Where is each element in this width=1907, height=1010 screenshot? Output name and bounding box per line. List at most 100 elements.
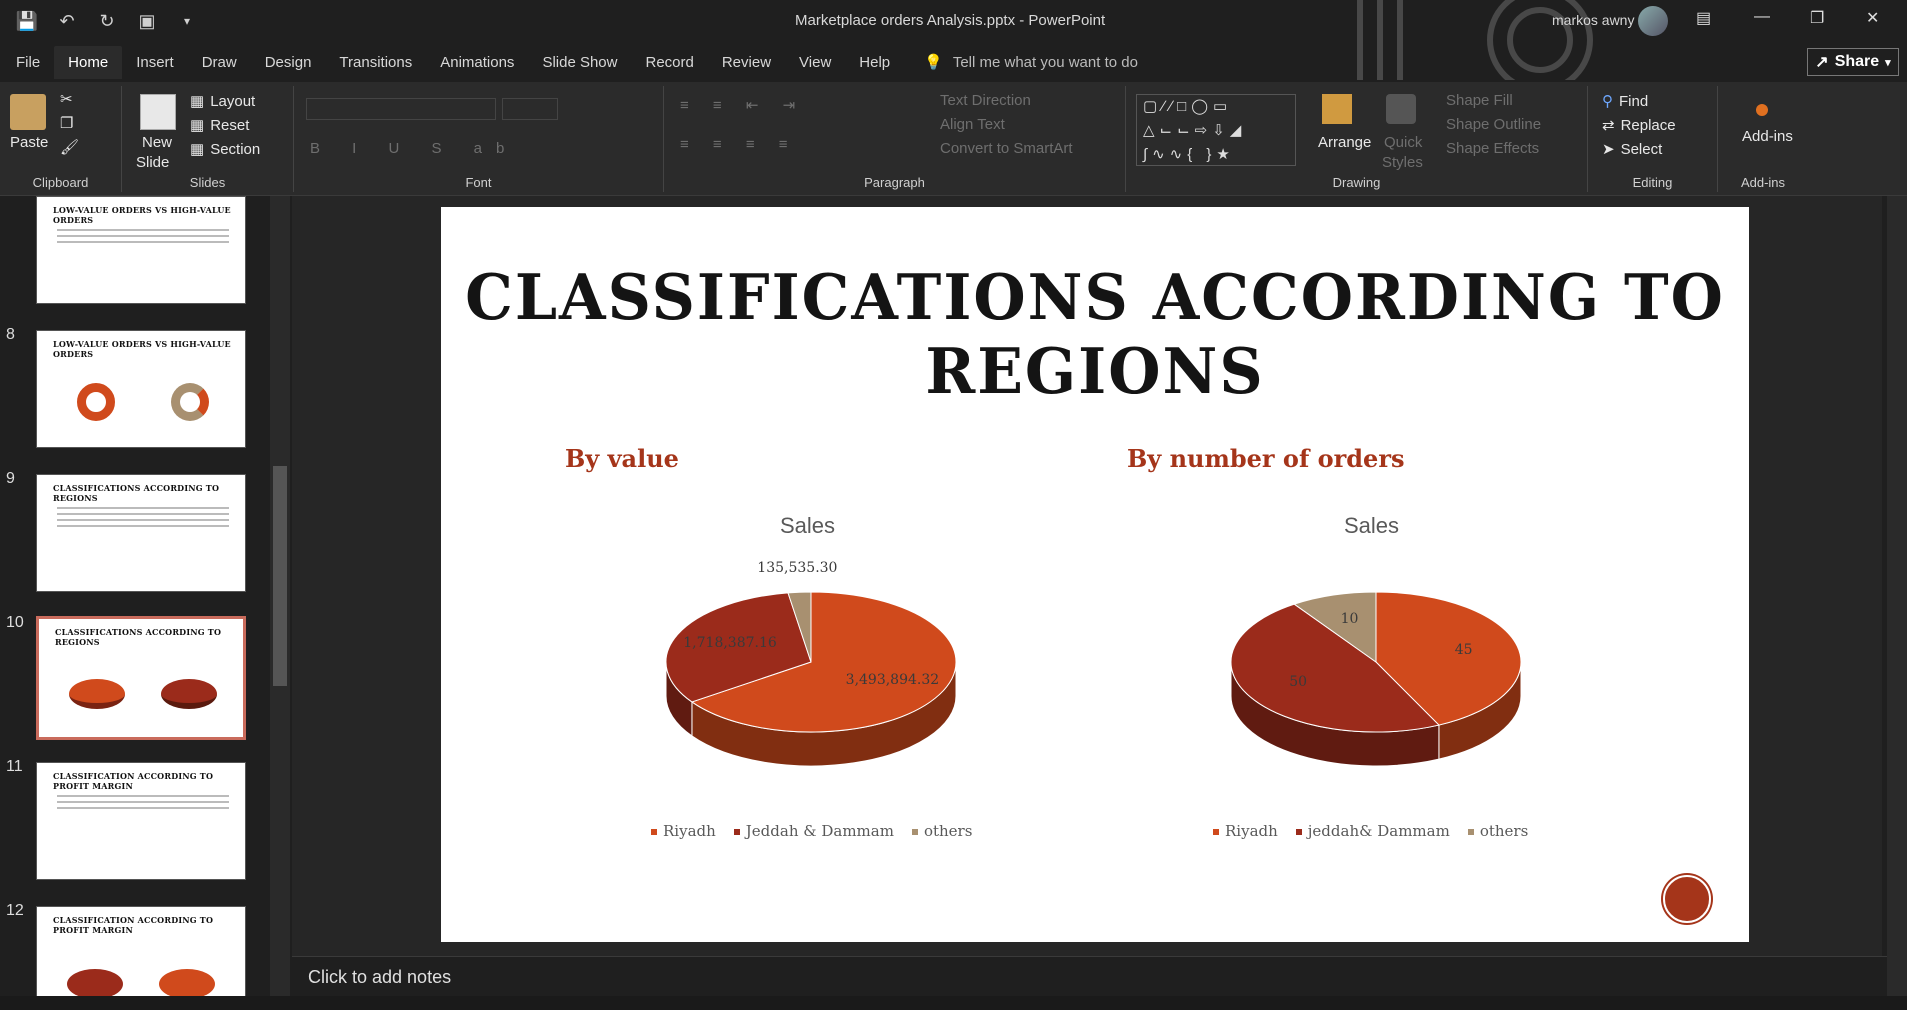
right-heading[interactable]: By number of orders <box>1127 444 1404 473</box>
shape-effects-button[interactable]: Shape Effects <box>1446 140 1539 157</box>
thumbnail-pie <box>161 679 217 709</box>
share-button[interactable]: ↗ Share ▾ <box>1807 48 1899 76</box>
tab-insert[interactable]: Insert <box>122 46 188 79</box>
notes-pane[interactable]: Click to add notes <box>292 956 1887 996</box>
font-group: B I U S ab Font <box>294 86 664 192</box>
arrange-button[interactable]: Arrange <box>1318 134 1371 151</box>
quick-styles-label-1[interactable]: Quick <box>1384 134 1422 151</box>
slide-thumbnail-9[interactable]: CLASSIFICATIONS ACCORDING TO REGIONS <box>36 474 246 592</box>
tab-draw[interactable]: Draw <box>188 46 251 79</box>
font-name-input[interactable] <box>306 98 496 120</box>
restore-icon[interactable]: ❐ <box>1810 8 1824 28</box>
align-text-button[interactable]: Align Text <box>940 116 1005 133</box>
search-icon: ⚲ <box>1602 93 1613 110</box>
slide-thumbnail-10[interactable]: CLASSIFICATIONS ACCORDING TO REGIONS <box>36 616 246 740</box>
legend-item-jeddah: Jeddah & Dammam <box>733 822 894 840</box>
clipboard-group: Paste ✂ ❐ 🖌 Clipboard <box>0 86 122 192</box>
legend-item-riyadh: Riyadh <box>651 822 716 840</box>
tab-home[interactable]: Home <box>54 45 123 79</box>
addins-icon[interactable] <box>1756 104 1768 116</box>
new-slide-label-2[interactable]: Slide <box>136 154 169 171</box>
save-icon[interactable]: 💾 <box>16 10 38 32</box>
shape-fill-button[interactable]: Shape Fill <box>1446 92 1513 109</box>
ribbon-display-icon[interactable]: ▤ <box>1696 8 1711 28</box>
redo-icon[interactable]: ↻ <box>96 10 118 32</box>
cut-icon[interactable]: ✂ <box>60 90 73 108</box>
data-label: 50 <box>1289 673 1308 690</box>
customize-toolbar-icon[interactable]: ▾ <box>176 10 198 32</box>
value-pie-chart[interactable] <box>626 567 996 797</box>
tab-transitions[interactable]: Transitions <box>325 46 426 79</box>
slide-thumbnail-7[interactable]: LOW-VALUE ORDERS VS HIGH-VALUE ORDERS <box>36 196 246 304</box>
thumbnail-text-line <box>57 507 229 509</box>
paste-icon[interactable] <box>10 94 46 130</box>
shape-outline-button[interactable]: Shape Outline <box>1446 116 1541 133</box>
list-icons[interactable]: ≡ ≡ ⇤ ⇥ <box>680 96 805 114</box>
close-icon[interactable]: ✕ <box>1866 8 1879 28</box>
slide-thumbnail-8[interactable]: LOW-VALUE ORDERS VS HIGH-VALUE ORDERS <box>36 330 246 448</box>
thumbnail-scrollbar[interactable] <box>270 196 290 996</box>
thumbnail-title: CLASSIFICATION ACCORDING TO PROFIT MARGI… <box>53 771 214 791</box>
minimize-icon[interactable]: — <box>1754 8 1770 26</box>
font-size-input[interactable] <box>502 98 558 120</box>
slide[interactable]: CLASSIFICATIONS ACCORDING TO REGIONS By … <box>441 207 1749 942</box>
drawing-group: ▢∕∕□◯▭ △⌙⌙⇨⇩◢ ∫∿∿{ }★ Arrange Quick Styles… <box>1126 86 1588 192</box>
thumbnail-text-line <box>57 229 229 231</box>
notes-placeholder: Click to add notes <box>308 967 452 987</box>
quick-styles-label-2[interactable]: Styles <box>1382 154 1423 171</box>
paste-button[interactable]: Paste <box>10 134 48 151</box>
font-format-icons[interactable]: B I U S ab <box>310 140 518 157</box>
layout-button[interactable]: ▦ Layout <box>190 92 255 111</box>
addins-button[interactable]: Add-ins <box>1742 128 1793 145</box>
user-name[interactable]: markos awny <box>1552 12 1634 28</box>
slide-scrollbar[interactable] <box>1887 196 1907 1010</box>
slide-thumbnail-12[interactable]: CLASSIFICATION ACCORDING TO PROFIT MARGI… <box>36 906 246 1010</box>
arrange-icon[interactable] <box>1322 94 1352 124</box>
left-heading[interactable]: By value <box>565 444 679 473</box>
document-title: Marketplace orders Analysis.pptx - Power… <box>795 12 1106 29</box>
thumbnail-text-line <box>57 235 229 237</box>
editing-label: Editing <box>1632 175 1673 190</box>
tab-slide-show[interactable]: Slide Show <box>528 46 631 79</box>
present-icon[interactable]: ▣ <box>136 10 158 32</box>
tab-animations[interactable]: Animations <box>426 46 528 79</box>
reset-button[interactable]: ▦ Reset <box>190 116 249 135</box>
slide-thumbnail-11[interactable]: CLASSIFICATION ACCORDING TO PROFIT MARGI… <box>36 762 246 880</box>
thumbnail-text-line <box>57 795 229 797</box>
tab-view[interactable]: View <box>785 46 845 79</box>
tab-design[interactable]: Design <box>251 46 326 79</box>
new-slide-icon[interactable] <box>140 94 176 130</box>
data-label: 45 <box>1454 642 1473 659</box>
legend-label: others <box>1479 822 1529 840</box>
tab-file[interactable]: File <box>2 46 54 79</box>
avatar[interactable] <box>1638 6 1668 36</box>
select-button[interactable]: ➤ Select <box>1602 140 1662 159</box>
find-button[interactable]: ⚲ Find <box>1602 92 1648 111</box>
quick-styles-icon[interactable] <box>1386 94 1416 124</box>
slides-group: New Slide ▦ Layout ▦ Reset ▦ Section Slides <box>122 86 294 192</box>
shapes-gallery[interactable]: ▢∕∕□◯▭ △⌙⌙⇨⇩◢ ∫∿∿{ }★ <box>1136 94 1296 166</box>
tab-record[interactable]: Record <box>631 46 707 79</box>
slide-title[interactable]: CLASSIFICATIONS ACCORDING TO REGIONS <box>441 262 1749 409</box>
tab-help[interactable]: Help <box>845 46 904 79</box>
copy-icon[interactable]: ❐ <box>60 114 73 132</box>
slides-label: Slides <box>189 175 226 190</box>
text-direction-button[interactable]: Text Direction <box>940 92 1031 109</box>
tell-me-box[interactable]: 💡 Tell me what you want to do <box>924 53 1138 72</box>
data-label: 135,535.30 <box>757 559 838 576</box>
thumbnail-text-line <box>57 513 229 515</box>
orders-pie-chart[interactable] <box>1191 567 1561 797</box>
section-icon: ▦ <box>190 141 205 158</box>
replace-button[interactable]: ⇄ Replace <box>1602 116 1676 135</box>
new-slide-label-1[interactable]: New <box>142 134 172 151</box>
undo-icon[interactable]: ↶ <box>56 10 78 32</box>
legend-item-others: others <box>1467 822 1529 840</box>
align-icons[interactable]: ≡ ≡ ≡ ≡ <box>680 136 798 153</box>
thumbnail-text-line <box>57 241 229 243</box>
title-bar: 💾 ↶ ↻ ▣ ▾ Marketplace orders Analysis.pp… <box>0 0 1907 80</box>
scrollbar-thumb[interactable] <box>273 466 287 686</box>
tab-review[interactable]: Review <box>708 46 785 79</box>
section-button[interactable]: ▦ Section <box>190 140 260 159</box>
convert-smartart-button[interactable]: Convert to SmartArt <box>940 140 1073 157</box>
format-painter-icon[interactable]: 🖌 <box>60 138 79 156</box>
